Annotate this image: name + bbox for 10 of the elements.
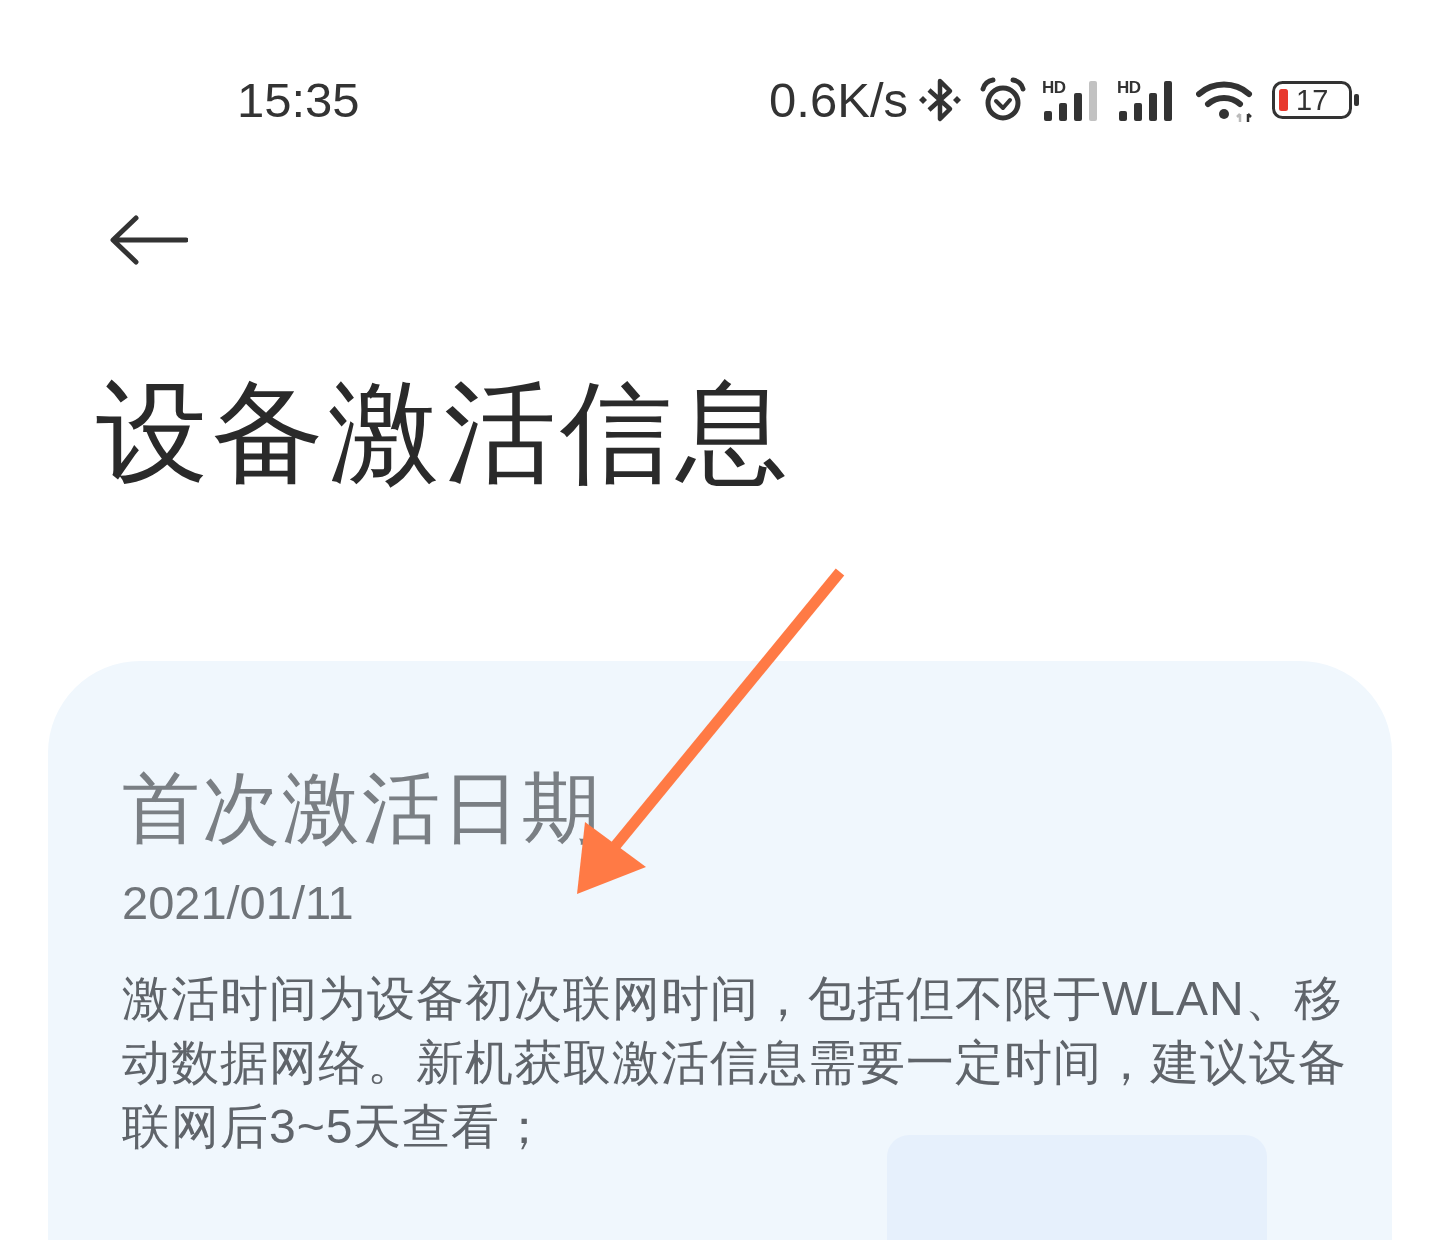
hd-label: HD xyxy=(1042,79,1066,96)
alarm-clock-icon xyxy=(980,77,1026,123)
page-title: 设备激活信息 xyxy=(96,369,792,497)
hd-label: HD xyxy=(1117,79,1141,96)
battery-icon xyxy=(1272,81,1360,119)
battery-percentage: 17 xyxy=(1296,85,1329,115)
description-text: 激活时间为设备初次联网时间，包括但不限于WLAN、移动数据网络。新机获取激活信息需要一定时间，建议设备联网后3~5天查看； xyxy=(122,971,1348,1155)
activation-date: 2021/01/11 xyxy=(122,875,354,931)
network-speed: 0.6K/s xyxy=(769,75,908,125)
status-time: 15:35 xyxy=(237,75,360,125)
